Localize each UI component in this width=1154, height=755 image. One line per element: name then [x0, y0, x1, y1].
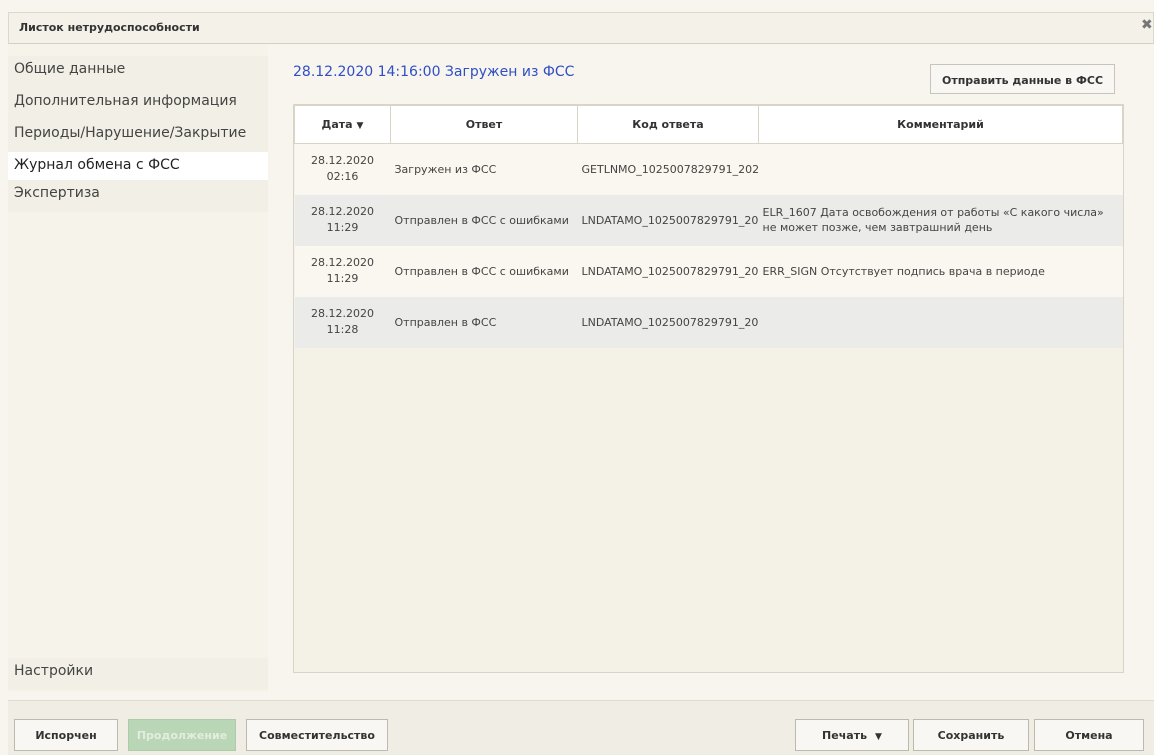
- spoiled-button[interactable]: Испорчен: [14, 719, 118, 751]
- cell-answer: Отправлен в ФСС с ошибками: [390, 245, 578, 297]
- print-button[interactable]: Печать ▼: [795, 719, 909, 751]
- cell-code: LNDATAMO_1025007829791_202: [577, 296, 759, 348]
- close-icon[interactable]: ✖: [1141, 17, 1153, 33]
- dialog-body: Общие данные Дополнительная информация П…: [8, 44, 1154, 694]
- continuation-button[interactable]: Продолжение: [128, 719, 236, 751]
- print-button-label: Печать: [822, 729, 868, 742]
- sidebar-item-settings[interactable]: Настройки: [8, 658, 268, 690]
- cell-date-day: 28.12.2020: [311, 307, 374, 320]
- cell-date-time: 02:16: [326, 170, 359, 184]
- cell-date-time: 11:29: [326, 272, 359, 285]
- fss-log-table-container: Дата ▼ Ответ Код ответа Комментарий 28.12…: [293, 104, 1124, 673]
- cell-date: 28.12.2020 11:29: [294, 245, 391, 297]
- sidebar-item-label: Дополнительная информация: [14, 93, 237, 109]
- cell-answer: Отправлен в ФСС: [390, 296, 578, 348]
- cell-date-day: 28.12.2020: [311, 256, 374, 269]
- column-header-label: Комментарий: [897, 118, 984, 131]
- send-to-fss-button[interactable]: Отправить данные в ФСС: [930, 64, 1115, 94]
- cell-comment: ELR_1607 Дата освобождения от работы «С …: [758, 194, 1123, 246]
- sidebar-item-expertise[interactable]: Экспертиза: [8, 180, 268, 212]
- column-header-label: Код ответа: [632, 118, 704, 131]
- cell-comment: [758, 296, 1123, 348]
- column-header-answer[interactable]: Ответ: [390, 105, 578, 144]
- column-header-label: Ответ: [465, 118, 503, 131]
- cell-comment: [758, 143, 1123, 195]
- cell-code: LNDATAMO_1025007829791_202: [577, 245, 759, 297]
- table-row[interactable]: 28.12.2020 11:28 Отправлен в ФСС LNDATAMO…: [294, 296, 1123, 348]
- sidebar-item-label: Журнал обмена с ФСС: [14, 157, 180, 173]
- chevron-down-icon: ▼: [875, 732, 882, 742]
- cell-date-day: 28.12.2020: [311, 205, 374, 218]
- column-header-comment[interactable]: Комментарий: [758, 105, 1123, 144]
- table-row[interactable]: 28.12.2020 02:16 Загружен из ФСС GETLNMO_…: [294, 143, 1123, 195]
- fss-log-table: Дата ▼ Ответ Код ответа Комментарий 28.12…: [294, 105, 1123, 348]
- cell-date: 28.12.2020 11:28: [294, 296, 391, 348]
- sidebar-item-periods[interactable]: Периоды/Нарушение/Закрытие: [8, 120, 268, 152]
- cell-comment: ERR_SIGN Отсутствует подпись врача в пер…: [758, 245, 1123, 297]
- sidebar-item-general[interactable]: Общие данные: [8, 56, 268, 88]
- fss-log-panel: 28.12.2020 14:16:00 Загружен из ФСС Отпр…: [268, 44, 1154, 694]
- save-button[interactable]: Сохранить: [913, 719, 1029, 751]
- column-header-date[interactable]: Дата ▼: [294, 105, 391, 144]
- cell-date-time: 11:29: [326, 221, 359, 234]
- sidebar-item-label: Общие данные: [14, 61, 126, 77]
- dialog-titlebar: Листок нетрудоспособности: [8, 12, 1154, 44]
- cell-answer: Отправлен в ФСС с ошибками: [390, 194, 578, 246]
- sick-leave-dialog: Листок нетрудоспособности ✖ Общие данные…: [0, 0, 1154, 755]
- cancel-button[interactable]: Отмена: [1034, 719, 1144, 751]
- sidebar: Общие данные Дополнительная информация П…: [8, 44, 268, 692]
- dialog-footer: Испорчен Продолжение Совместительство Пе…: [8, 700, 1154, 755]
- table-row[interactable]: 28.12.2020 11:29 Отправлен в ФСС с ошибка…: [294, 245, 1123, 297]
- column-header-code[interactable]: Код ответа: [577, 105, 759, 144]
- column-header-label: Дата: [321, 118, 353, 131]
- cell-answer: Загружен из ФСС: [390, 143, 578, 195]
- sort-desc-icon: ▼: [356, 121, 364, 131]
- dialog-title: Листок нетрудоспособности: [19, 21, 200, 34]
- part-time-button[interactable]: Совместительство: [246, 719, 388, 751]
- table-row[interactable]: 28.12.2020 11:29 Отправлен в ФСС с ошибка…: [294, 194, 1123, 246]
- sidebar-item-additional[interactable]: Дополнительная информация: [8, 88, 268, 120]
- status-title: 28.12.2020 14:16:00 Загружен из ФСС: [293, 64, 575, 80]
- cell-code: GETLNMO_1025007829791_2020: [577, 143, 759, 195]
- cell-date: 28.12.2020 11:29: [294, 194, 391, 246]
- sidebar-item-label: Периоды/Нарушение/Закрытие: [14, 125, 247, 141]
- cell-code: LNDATAMO_1025007829791_202: [577, 194, 759, 246]
- sidebar-item-label: Настройки: [14, 663, 94, 679]
- cell-date-day: 28.12.2020: [311, 154, 374, 168]
- cell-date-time: 11:28: [326, 323, 359, 336]
- sidebar-item-label: Экспертиза: [14, 185, 100, 201]
- cell-date: 28.12.2020 02:16: [294, 143, 391, 195]
